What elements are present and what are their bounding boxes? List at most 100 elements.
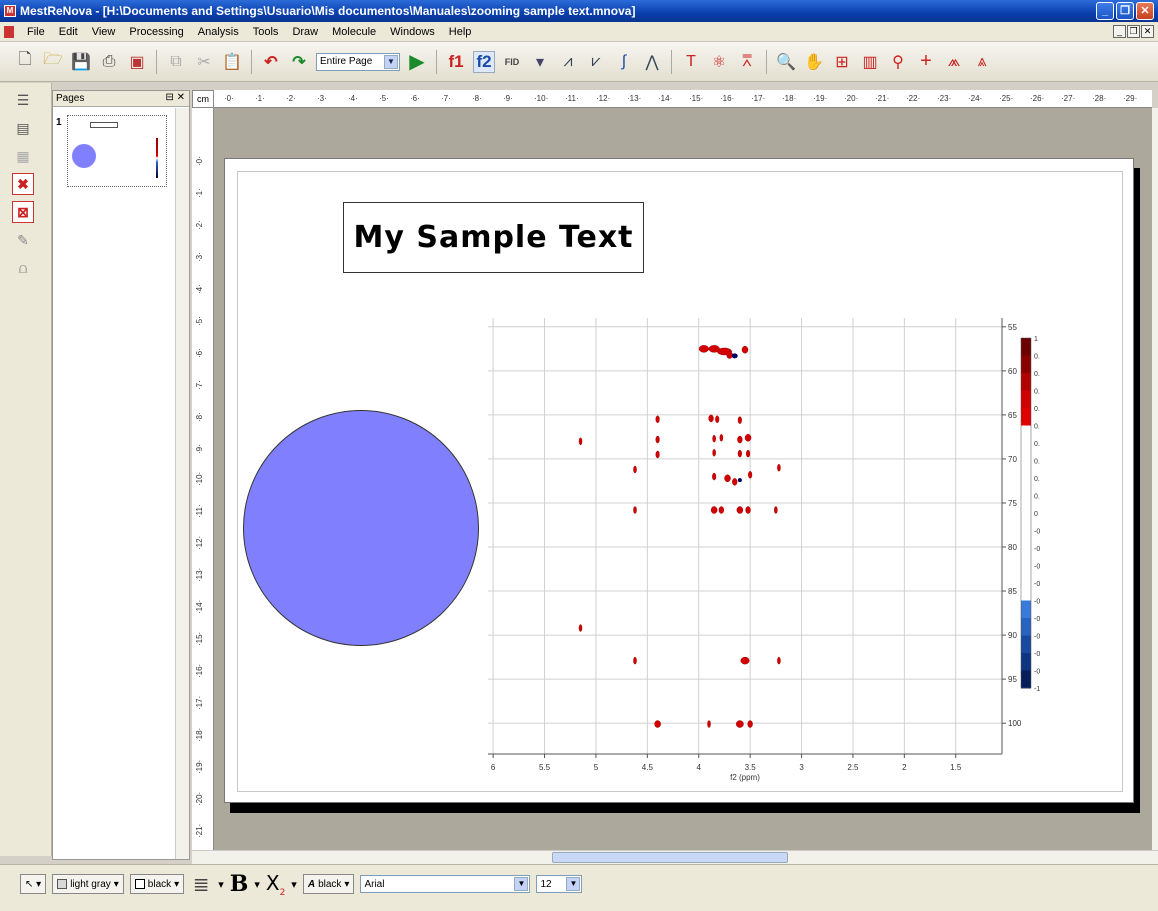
baseline-icon[interactable]: ⩘ — [557, 51, 579, 73]
open-folder-icon[interactable]: 🗁 — [42, 51, 64, 73]
text-color-button[interactable]: A black ▾ — [302, 874, 355, 894]
chevron-down-icon[interactable]: ▼ — [514, 877, 529, 891]
hsqc-spectrum-plot[interactable]: 6 5.5 5 4.5 4 3.5 3 2.5 2 1.5 f2 (ppm) 55 60 65 70 75 80… — [480, 312, 1040, 782]
new-document-icon[interactable]: 🗋 — [14, 51, 36, 73]
menu-analysis[interactable]: Analysis — [191, 26, 246, 38]
ruler-tick-label: ·11· — [195, 504, 204, 518]
document-icon[interactable] — [4, 25, 14, 38]
menu-file[interactable]: File — [20, 26, 52, 38]
fid-button[interactable]: FID — [501, 51, 523, 73]
annotation-icon[interactable]: T — [680, 51, 702, 73]
colorbar-tick-label: -0.03 — [1034, 599, 1040, 606]
integration-icon[interactable]: ∫ — [613, 51, 635, 73]
spectrum-peak — [633, 656, 637, 665]
menu-processing[interactable]: Processing — [122, 26, 190, 38]
doc-close-button[interactable]: ✕ — [1141, 25, 1154, 38]
page-thumbnail[interactable] — [67, 115, 167, 187]
full-spectrum-icon[interactable]: ⊞ — [831, 51, 853, 73]
canvas-horizontal-scrollbar[interactable] — [192, 850, 1158, 864]
line-color-button[interactable]: black ▾ — [129, 874, 185, 894]
bold-icon[interactable]: B — [230, 871, 249, 897]
document-page[interactable]: My Sample Text 6 5.5 5 4.5 4 3.5 3 2.5 2 1.5 f2 (p… — [224, 158, 1134, 803]
f2-button[interactable]: f2 — [473, 50, 495, 73]
molecule-assign-icon[interactable]: ⚛ — [708, 51, 730, 73]
canvas-vertical-scrollbar[interactable] — [1152, 108, 1158, 850]
chevron-down-icon[interactable]: ▼ — [384, 54, 398, 69]
fit-icon[interactable]: ⩞ — [736, 51, 758, 73]
pointer-tool-button[interactable]: ↖ ▾ — [20, 874, 47, 894]
redo-icon[interactable]: ↷ — [288, 51, 310, 73]
processing-icon[interactable]: ⩕ — [943, 51, 965, 73]
circle-shape[interactable] — [243, 410, 479, 646]
ruler-tick-label: ·0· — [195, 156, 204, 166]
app-logo-icon: M — [4, 5, 16, 17]
menu-help[interactable]: Help — [442, 26, 479, 38]
menu-edit[interactable]: Edit — [52, 26, 85, 38]
bold-dropdown-arrow[interactable]: ▾ — [254, 878, 260, 891]
menu-tools[interactable]: Tools — [246, 26, 286, 38]
font-size-select[interactable]: 12 ▼ — [536, 875, 583, 893]
sample-text-box[interactable]: My Sample Text — [343, 202, 644, 273]
document-canvas[interactable]: My Sample Text 6 5.5 5 4.5 4 3.5 3 2.5 2 1.5 f2 (p… — [214, 108, 1152, 850]
colorbar-tick-label: 0.0037 — [1034, 476, 1040, 483]
zoom-in-icon[interactable]: 🔍 — [775, 51, 797, 73]
copy-icon[interactable]: ⧉ — [165, 51, 187, 73]
play-icon[interactable]: ▶ — [406, 51, 428, 73]
print-preview-icon[interactable]: ▣ — [126, 51, 148, 73]
draw-tool-icon[interactable]: ✎ — [12, 229, 34, 251]
pages-scrollbar[interactable] — [175, 108, 189, 859]
minimize-button[interactable]: _ — [1096, 2, 1114, 20]
colorbar-segment — [1021, 513, 1031, 531]
save-icon[interactable]: 💾 — [70, 51, 92, 73]
pan-icon[interactable]: ✋ — [803, 51, 825, 73]
fill-color-label: light gray — [70, 878, 111, 890]
ruler-tick-label: ·20· — [195, 791, 204, 806]
phase-icon[interactable]: ▾ — [529, 51, 551, 73]
page-zoom-select[interactable]: Entire Page ▼ — [316, 52, 400, 71]
bar-chart-icon[interactable]: ▥ — [859, 51, 881, 73]
font-family-select[interactable]: Arial ▼ — [360, 875, 531, 893]
f1-button[interactable]: f1 — [445, 51, 467, 73]
menu-draw[interactable]: Draw — [285, 26, 325, 38]
multiplet-icon[interactable]: ⋀ — [641, 51, 663, 73]
paste-icon[interactable]: 📋 — [221, 51, 243, 73]
align-text-icon[interactable]: ≣ — [190, 873, 212, 896]
undo-icon[interactable]: ↶ — [260, 51, 282, 73]
magnifier-icon[interactable]: ⚲ — [887, 51, 909, 73]
print-icon[interactable]: ⎙ — [98, 51, 120, 73]
menu-windows[interactable]: Windows — [383, 26, 442, 38]
doc-restore-button[interactable]: ❐ — [1127, 25, 1140, 38]
ruler-tick-label: ·19· — [195, 759, 204, 774]
chevron-down-icon[interactable]: ▼ — [566, 877, 581, 891]
ruler-tick-label: ·7· — [441, 94, 451, 103]
restore-button[interactable]: ❐ — [1116, 2, 1134, 20]
fill-color-button[interactable]: light gray ▾ — [52, 874, 124, 894]
menu-view[interactable]: View — [85, 26, 123, 38]
line-color-swatch — [134, 879, 145, 889]
subscript-icon[interactable]: X2 — [266, 871, 285, 898]
colorbar-tick-label: -0.0074 — [1034, 564, 1040, 571]
colorbar-tick-label: 0.03 — [1034, 424, 1040, 431]
chart-tool-icon[interactable]: ⩍ — [12, 257, 34, 279]
panel-close-icon[interactable]: ⊟ ✕ — [165, 92, 185, 103]
list-icon[interactable]: ☰ — [12, 89, 34, 111]
menu-molecule[interactable]: Molecule — [325, 26, 383, 38]
delete-object-icon[interactable]: ✖ — [12, 173, 34, 195]
layout-icon[interactable]: ▤ — [12, 117, 34, 139]
align-dropdown-arrow[interactable]: ▾ — [218, 878, 224, 891]
colorbar-segment — [1021, 495, 1031, 514]
close-button[interactable]: ✕ — [1136, 2, 1154, 20]
grid-icon[interactable]: ▦ — [12, 145, 34, 167]
pages-panel-header: Pages ⊟ ✕ — [53, 91, 189, 107]
compare-icon[interactable]: ⩓ — [971, 51, 993, 73]
crosshair-icon[interactable]: + — [915, 50, 937, 73]
delete-page-icon[interactable]: ⊠ — [12, 201, 34, 223]
doc-minimize-button[interactable]: _ — [1113, 25, 1126, 38]
peak-picking-icon[interactable]: ⩗ — [585, 51, 607, 73]
spectrum-peak — [654, 720, 661, 728]
ruler-tick-label: ·15· — [689, 94, 704, 103]
subscript-dropdown-arrow[interactable]: ▾ — [291, 878, 297, 891]
cut-icon[interactable]: ✂ — [193, 51, 215, 73]
scrollbar-thumb[interactable] — [552, 852, 788, 863]
spectrum-peak — [578, 437, 583, 446]
